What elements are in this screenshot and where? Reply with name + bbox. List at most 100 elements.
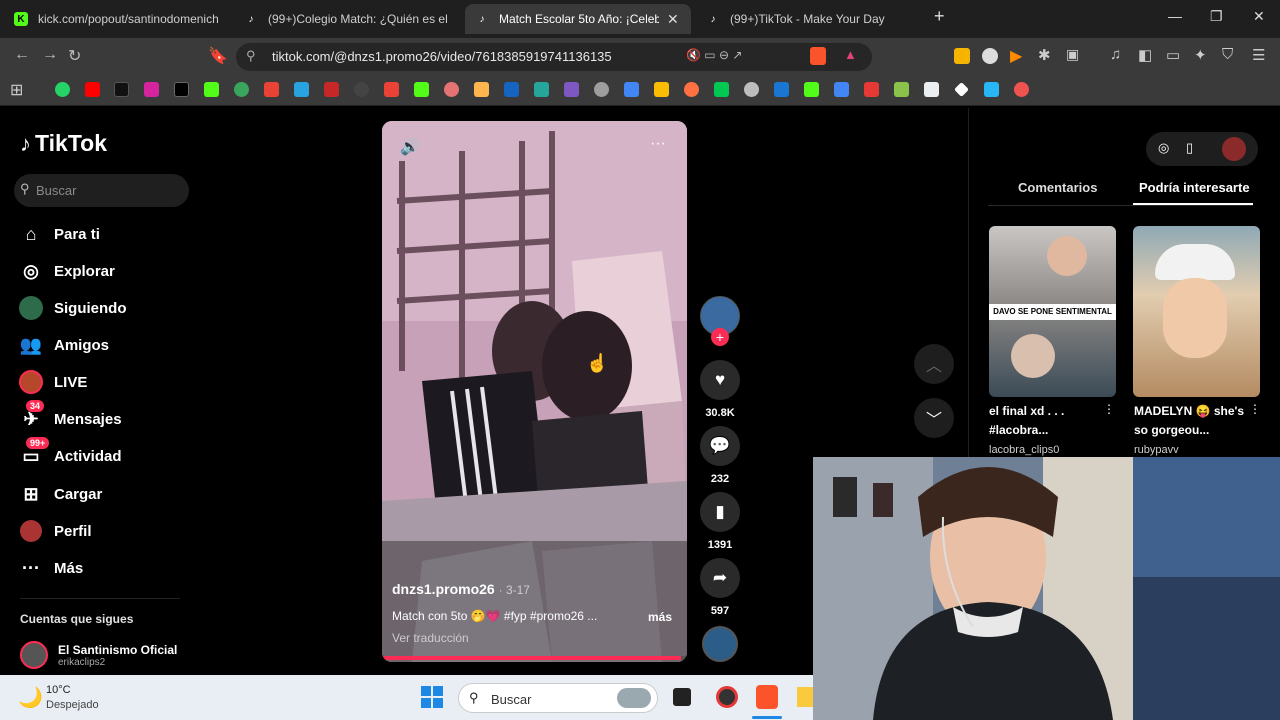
tiktok-bookmark-icon[interactable]: [114, 82, 129, 97]
nav-item-amigos[interactable]: 👥 Amigos: [18, 331, 109, 359]
nav-item-actividad[interactable]: ▭ 99+ Actividad: [18, 437, 122, 470]
bookmark-icon[interactable]: [1014, 82, 1029, 97]
docs-icon[interactable]: [624, 82, 639, 97]
share-button[interactable]: ➦: [700, 558, 740, 598]
minimize-icon[interactable]: —: [1168, 8, 1182, 24]
followed-account[interactable]: El Santinismo Oficial erikaclips2: [20, 641, 177, 669]
media-icon[interactable]: ♫: [1110, 46, 1121, 63]
nav-item-perfil[interactable]: Perfil: [18, 517, 92, 545]
bookmark-icon[interactable]: [294, 82, 309, 97]
youtube-icon[interactable]: [85, 82, 100, 97]
close-tab-icon[interactable]: ✕: [667, 11, 679, 28]
previous-video-button[interactable]: ︿: [914, 344, 954, 384]
like-button[interactable]: ♥: [700, 360, 740, 400]
nav-item-para-ti[interactable]: ⌂ Para ti: [18, 220, 100, 248]
bookmark-icon[interactable]: [444, 82, 459, 97]
bookmark-icon[interactable]: [684, 82, 699, 97]
weather-desc[interactable]: Despejado: [46, 699, 99, 711]
video-author[interactable]: dnzs1.promo26 · 3-17: [392, 581, 530, 597]
bookmark-icon[interactable]: [324, 82, 339, 97]
bookmark-icon[interactable]: [714, 82, 729, 97]
vpn-icon[interactable]: ⛉: [1222, 46, 1233, 63]
kick-bookmark-icon[interactable]: [804, 82, 819, 97]
card-more-icon[interactable]: ⋮: [1103, 402, 1115, 416]
close-window-icon[interactable]: ✕: [1253, 8, 1265, 25]
weather-temp[interactable]: 10°C: [46, 684, 71, 696]
play-extension-icon[interactable]: [982, 48, 998, 64]
download-icon[interactable]: [984, 82, 999, 97]
leo-icon[interactable]: ✦: [1194, 46, 1207, 64]
site-info-icon[interactable]: ⚲: [246, 48, 256, 64]
next-video-button[interactable]: ﹀: [914, 398, 954, 438]
forward-icon[interactable]: →: [42, 46, 58, 64]
address-bar-actions-icon[interactable]: 🔇 ▭ ⊖ ↗: [686, 48, 742, 62]
card-more-icon[interactable]: ⋮: [1249, 402, 1261, 416]
screenshot-icon[interactable]: ▣: [1066, 46, 1079, 63]
bookmark-icon[interactable]: [594, 82, 609, 97]
apps-grid-icon[interactable]: ⊞: [10, 80, 23, 100]
whatsapp-icon[interactable]: [55, 82, 70, 97]
compass-icon[interactable]: ◎: [1158, 140, 1169, 156]
search-input[interactable]: ⚲ Buscar: [14, 174, 189, 207]
kick-bookmark-icon[interactable]: [414, 82, 429, 97]
download-icon[interactable]: [894, 82, 909, 97]
github-icon[interactable]: [354, 82, 369, 97]
bookmark-icon[interactable]: [474, 82, 489, 97]
music-disc-icon[interactable]: [702, 626, 738, 662]
save-button[interactable]: ▮: [700, 492, 740, 532]
nav-item-live[interactable]: LIVE: [18, 368, 87, 396]
x-icon[interactable]: [174, 82, 189, 97]
browser-tab[interactable]: ♪ (99+)TikTok - Make Your Day: [696, 4, 922, 34]
taskbar-search[interactable]: ⚲ Buscar: [458, 683, 658, 713]
translate-link[interactable]: Ver traducción: [392, 631, 469, 645]
video-more-icon[interactable]: ···: [650, 135, 666, 153]
volume-icon[interactable]: 🔊: [400, 137, 420, 157]
maximize-icon[interactable]: ❐: [1210, 8, 1223, 25]
instagram-icon[interactable]: [144, 82, 159, 97]
tab-comentarios[interactable]: Comentarios: [1018, 180, 1097, 195]
new-tab-icon[interactable]: +: [934, 6, 945, 27]
sidebar-icon[interactable]: ◧: [1138, 46, 1152, 64]
bookmark-icon[interactable]: [234, 82, 249, 97]
card-user[interactable]: lacobra_clips0: [989, 444, 1059, 456]
brave-shields-icon[interactable]: [810, 47, 826, 65]
video-player[interactable]: 🔊 ··· ☝ dnzs1.promo26 · 3-17 Match con 5…: [382, 121, 687, 662]
bookmark-icon[interactable]: [504, 82, 519, 97]
play-arrow-icon[interactable]: ▶: [1010, 46, 1022, 66]
drive-icon[interactable]: [654, 82, 669, 97]
bookmark-icon[interactable]: [744, 82, 759, 97]
address-field[interactable]: ⚲ tiktok.com/@dnzs1.promo26/video/761838…: [236, 43, 872, 71]
browser-tab[interactable]: K kick.com/popout/santinodomenichin: [4, 4, 230, 34]
nav-item-mensajes[interactable]: ✈ 34 Mensajes: [18, 400, 122, 433]
bookmark-icon[interactable]: [924, 82, 939, 97]
gmail-icon[interactable]: [384, 82, 399, 97]
suggested-video-card[interactable]: [1133, 226, 1260, 397]
docs-icon[interactable]: [834, 82, 849, 97]
nav-item-cargar[interactable]: ⊞ Cargar: [18, 480, 102, 508]
extension-icon[interactable]: [954, 48, 970, 64]
paypal-icon[interactable]: [774, 82, 789, 97]
tiktok-logo[interactable]: ♪ TikTok: [20, 130, 107, 157]
nav-item-siguiendo[interactable]: Siguiendo: [18, 294, 127, 322]
gmail-icon[interactable]: [264, 82, 279, 97]
nav-item-mas[interactable]: ··· Más: [18, 554, 83, 582]
profile-avatar[interactable]: [1222, 137, 1246, 161]
rewards-icon[interactable]: ▲: [844, 47, 857, 62]
comment-button[interactable]: 💬: [700, 426, 740, 466]
kick-bookmark-icon[interactable]: [204, 82, 219, 97]
extensions-icon[interactable]: ✱: [1038, 46, 1051, 64]
brave-browser-icon[interactable]: [756, 685, 778, 709]
task-view-icon[interactable]: [673, 688, 691, 706]
obs-icon[interactable]: [716, 686, 738, 708]
download-icon[interactable]: [864, 82, 879, 97]
windows-start-icon[interactable]: [421, 686, 443, 708]
menu-icon[interactable]: ☰: [1252, 46, 1265, 64]
follow-plus-icon[interactable]: +: [711, 328, 729, 346]
file-explorer-icon[interactable]: [797, 687, 813, 707]
browser-tab-active[interactable]: ♪ Match Escolar 5to Año: ¡Celebra ✕: [465, 4, 691, 34]
reload-icon[interactable]: ↻: [68, 46, 81, 66]
suggested-video-card[interactable]: DAVO SE PONE SENTIMENTAL: [989, 226, 1116, 397]
back-icon[interactable]: ←: [14, 46, 30, 64]
progress-track[interactable]: [382, 656, 687, 660]
card-title[interactable]: el final xd . . . #lacobra...: [989, 402, 1104, 440]
